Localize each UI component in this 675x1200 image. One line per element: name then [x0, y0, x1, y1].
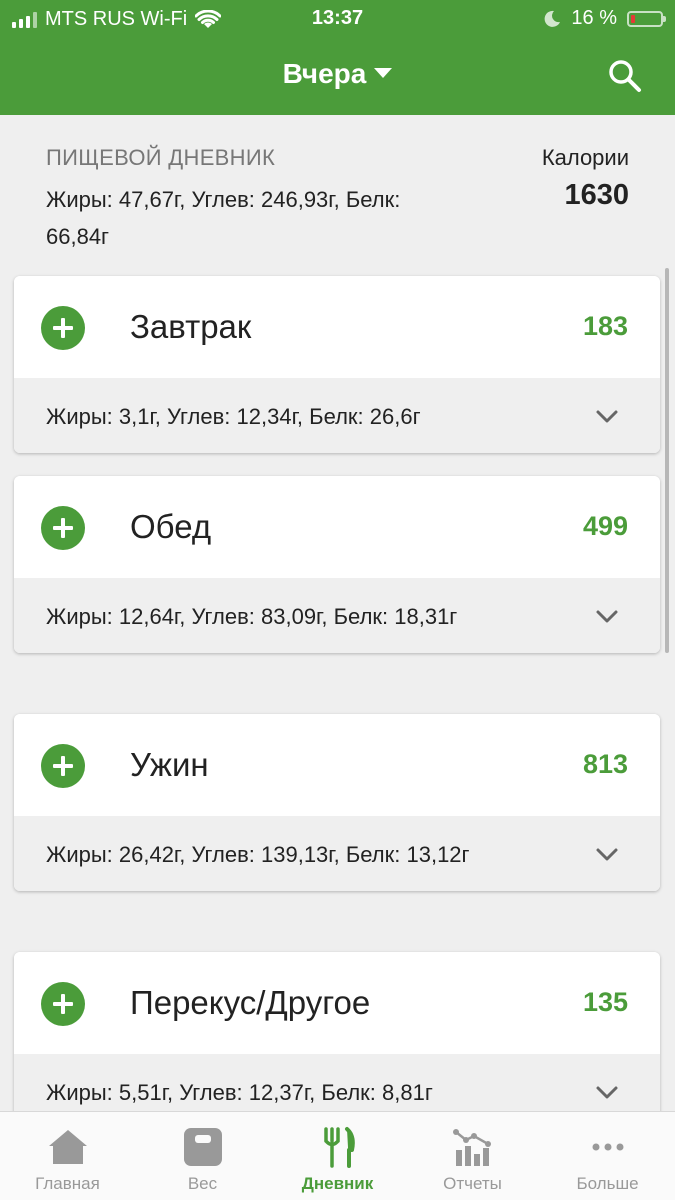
meal-details[interactable]: Жиры: 26,42г, Углев: 139,13г, Белк: 13,1… — [14, 816, 660, 891]
add-food-icon[interactable] — [41, 744, 85, 788]
tab-label: Главная — [35, 1174, 100, 1193]
battery-percent: 16 % — [571, 7, 617, 29]
calories-total: 1630 — [564, 179, 629, 211]
meal-name: Завтрак — [130, 308, 252, 345]
chevron-down-icon[interactable] — [594, 603, 620, 629]
meal-name: Ужин — [130, 746, 209, 783]
summary-label: ПИЩЕВОЙ ДНЕВНИК — [46, 145, 276, 170]
caret-down-icon — [374, 67, 393, 78]
meal-calories: 135 — [582, 987, 628, 1017]
meal-details[interactable]: Жиры: 3,1г, Углев: 12,34г, Белк: 26,6г — [14, 378, 660, 453]
meal-header[interactable]: Перекус/Другое 135 — [14, 952, 660, 1054]
summary-macros: Жиры: 47,67г, Углев: 246,93г, Белк: 66,8… — [46, 187, 401, 249]
status-bar: MTS RUS Wi-Fi 13:37 16 % — [0, 0, 675, 38]
tab-label: Больше — [576, 1174, 639, 1193]
tab-home[interactable]: Главная — [0, 1112, 135, 1200]
meal-calories: 813 — [582, 749, 628, 779]
tab-diary[interactable]: Дневник — [270, 1112, 405, 1200]
add-food-icon[interactable] — [41, 506, 85, 550]
meal-header[interactable]: Ужин 813 — [14, 714, 660, 816]
meal-card-breakfast: Завтрак 183 Жиры: 3,1г, Углев: 12,34г, Б… — [14, 276, 660, 453]
chevron-down-icon[interactable] — [594, 841, 620, 867]
fork-knife-icon — [324, 1127, 355, 1168]
chevron-down-icon[interactable] — [594, 1079, 620, 1105]
diary-summary: ПИЩЕВОЙ ДНЕВНИК Жиры: 47,67г, Углев: 246… — [0, 115, 675, 270]
meal-calories: 183 — [582, 311, 628, 341]
add-food-icon[interactable] — [41, 982, 85, 1026]
meal-name: Обед — [130, 508, 212, 545]
tab-label: Дневник — [301, 1174, 374, 1193]
date-title: Вчера — [282, 58, 367, 89]
meal-header[interactable]: Обед 499 — [14, 476, 660, 578]
scroll-indicator[interactable] — [665, 268, 669, 653]
date-selector[interactable]: Вчера — [0, 58, 675, 90]
meal-macros: Жиры: 3,1г, Углев: 12,34г, Белк: 26,6г — [46, 404, 421, 429]
chevron-down-icon[interactable] — [594, 403, 620, 429]
meal-macros: Жиры: 26,42г, Углев: 139,13г, Белк: 13,1… — [46, 842, 470, 867]
meal-card-snack: Перекус/Другое 135 Жиры: 5,51г, Углев: 1… — [14, 952, 660, 1129]
tab-weight[interactable]: Вес — [135, 1112, 270, 1200]
meal-name: Перекус/Другое — [130, 984, 371, 1021]
search-icon[interactable] — [607, 58, 643, 94]
chart-icon — [453, 1129, 491, 1166]
meal-macros: Жиры: 12,64г, Углев: 83,09г, Белк: 18,31… — [46, 604, 458, 629]
home-icon — [49, 1130, 87, 1164]
calories-label: Калории — [541, 145, 629, 170]
moon-icon — [545, 10, 561, 27]
nav-bar: Вчера — [0, 44, 675, 110]
meal-header[interactable]: Завтрак 183 — [14, 276, 660, 378]
top-bar: MTS RUS Wi-Fi 13:37 16 % Вчера — [0, 0, 675, 115]
tab-more[interactable]: Больше — [540, 1112, 675, 1200]
meal-calories: 499 — [582, 511, 628, 541]
meal-card-dinner: Ужин 813 Жиры: 26,42г, Углев: 139,13г, Б… — [14, 714, 660, 891]
scale-icon — [184, 1128, 222, 1166]
tab-reports[interactable]: Отчеты — [405, 1112, 540, 1200]
tab-label: Вес — [187, 1174, 218, 1193]
meal-details[interactable]: Жиры: 12,64г, Углев: 83,09г, Белк: 18,31… — [14, 578, 660, 653]
meal-card-lunch: Обед 499 Жиры: 12,64г, Углев: 83,09г, Бе… — [14, 476, 660, 653]
add-food-icon[interactable] — [41, 306, 85, 350]
tab-bar: Главная Вес Дневник Отчеты Больше — [0, 1111, 675, 1200]
tab-label: Отчеты — [443, 1174, 502, 1193]
battery-icon — [627, 10, 666, 27]
more-icon — [592, 1143, 624, 1151]
